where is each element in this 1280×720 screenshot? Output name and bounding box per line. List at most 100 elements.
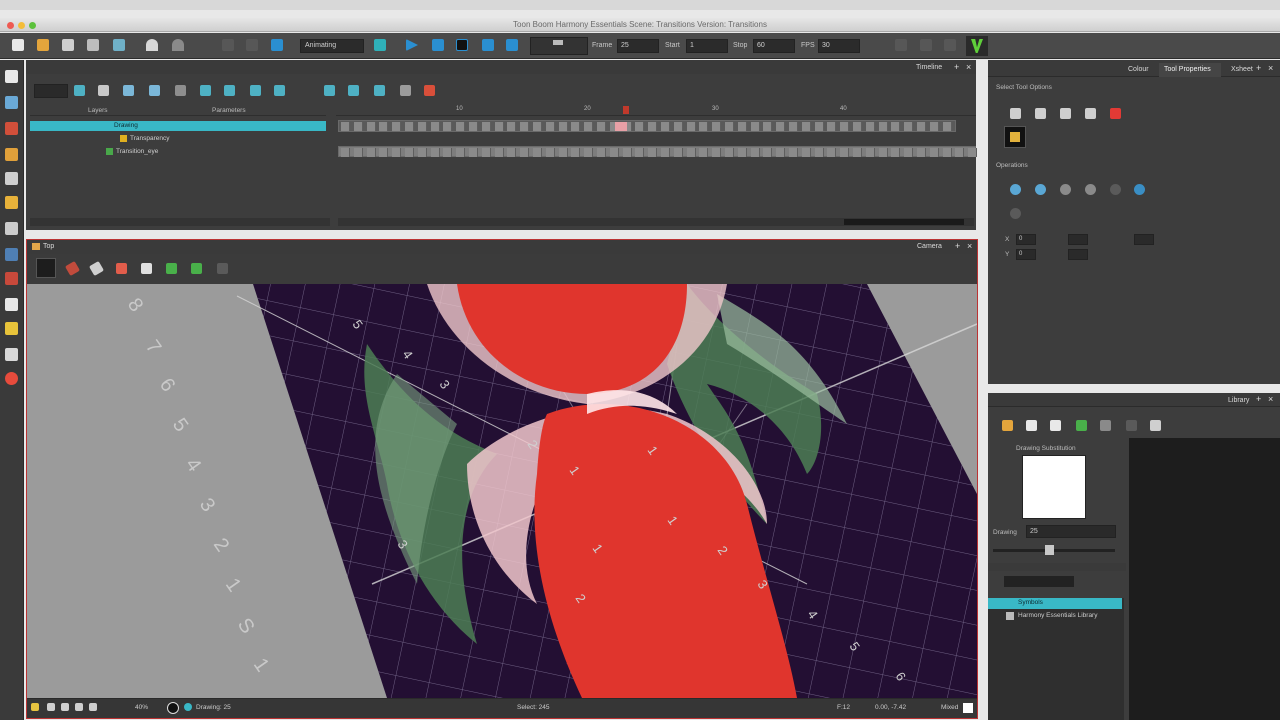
- onion-skin-toggle-icon[interactable]: [424, 85, 435, 96]
- key-icon[interactable]: [920, 39, 932, 51]
- frame-cell[interactable]: [507, 148, 517, 157]
- frame-cell[interactable]: [597, 122, 606, 131]
- frame-cell[interactable]: [456, 148, 466, 157]
- expand-icon[interactable]: [400, 85, 411, 96]
- frame-ruler[interactable]: 10 20 30 40: [336, 106, 976, 116]
- frame-cell[interactable]: [942, 148, 952, 157]
- frame-cell[interactable]: [341, 122, 350, 131]
- frame-cell[interactable]: [405, 148, 414, 157]
- frame-cell[interactable]: [366, 148, 376, 157]
- frame-cell[interactable]: [840, 122, 850, 131]
- copy-icon[interactable]: [246, 39, 258, 51]
- library-contents[interactable]: [1129, 438, 1280, 720]
- rotate-90-ccw-icon[interactable]: [1085, 184, 1096, 195]
- frame-cell[interactable]: [814, 122, 824, 131]
- frame-cell[interactable]: [635, 148, 645, 157]
- tab-tool-properties[interactable]: Tool Properties: [1164, 66, 1211, 73]
- new-scene-icon[interactable]: [12, 39, 24, 51]
- frame-cell[interactable]: [827, 148, 837, 157]
- save-as-icon[interactable]: [87, 39, 99, 51]
- frame-cell[interactable]: [648, 122, 658, 131]
- flip-horizontal-icon[interactable]: [1010, 184, 1021, 195]
- frame-cell[interactable]: [661, 148, 670, 157]
- frame-cell[interactable]: [725, 122, 734, 131]
- frame-cell[interactable]: [865, 148, 875, 157]
- panel-close-icon[interactable]: ×: [966, 62, 971, 72]
- undo-icon[interactable]: [146, 39, 158, 51]
- tab-colour[interactable]: Colour: [1128, 66, 1149, 73]
- frame-cell[interactable]: [341, 148, 350, 157]
- delete-layer-icon[interactable]: [149, 85, 160, 96]
- top-tab[interactable]: Top: [43, 243, 54, 250]
- frame-cell[interactable]: [533, 148, 542, 157]
- library-folder-icon[interactable]: [1002, 420, 1013, 431]
- marquee-icon[interactable]: [1035, 108, 1046, 119]
- pose-icon[interactable]: [944, 39, 956, 51]
- library-template-icon[interactable]: [1050, 420, 1061, 431]
- collapse-icon[interactable]: [374, 85, 385, 96]
- frame-cell[interactable]: [789, 122, 798, 131]
- frame-cell[interactable]: [661, 122, 670, 131]
- frame-cell[interactable]: [904, 148, 914, 157]
- motion-keyframe-icon[interactable]: [250, 85, 261, 96]
- frame-cell[interactable]: [379, 122, 389, 131]
- rotate-cw-icon[interactable]: [166, 263, 177, 274]
- frame-cell[interactable]: [827, 122, 837, 131]
- frame-cell[interactable]: [584, 122, 594, 131]
- create-colour-art-icon[interactable]: [1010, 208, 1021, 219]
- brush-icon[interactable]: [5, 122, 18, 135]
- frame-cell[interactable]: [725, 148, 734, 157]
- hand-icon[interactable]: [5, 298, 18, 311]
- library-refresh-icon[interactable]: [1076, 420, 1087, 431]
- frame-cell[interactable]: [789, 148, 798, 157]
- panel-close-icon[interactable]: ×: [1268, 63, 1273, 73]
- extend-exposure-icon[interactable]: [348, 85, 359, 96]
- panel-close-icon[interactable]: ×: [967, 241, 972, 251]
- frame-cell[interactable]: [430, 122, 440, 131]
- smooth-icon[interactable]: [1110, 184, 1121, 195]
- ease-icon[interactable]: [324, 85, 335, 96]
- angle-field[interactable]: [1134, 234, 1154, 245]
- layer-scrollbar[interactable]: [30, 218, 330, 226]
- frame-cell[interactable]: [430, 148, 440, 157]
- frame-cell[interactable]: [494, 122, 504, 131]
- frame-cell[interactable]: [776, 148, 786, 157]
- width-field[interactable]: [1068, 234, 1088, 245]
- track-transition-eye[interactable]: [338, 146, 978, 157]
- frame-cell[interactable]: [673, 122, 683, 131]
- text-tool-icon[interactable]: [5, 172, 18, 185]
- frame-cell[interactable]: [635, 122, 645, 131]
- add-drawing-layer-icon[interactable]: [74, 85, 85, 96]
- library-share-icon[interactable]: [1100, 420, 1111, 431]
- current-frame-cell[interactable]: [615, 122, 627, 131]
- frame-cell[interactable]: [545, 148, 555, 157]
- frame-cell[interactable]: [481, 148, 491, 157]
- panel-close-icon[interactable]: ×: [1268, 394, 1273, 404]
- frame-cell[interactable]: [622, 148, 632, 157]
- playhead[interactable]: [623, 106, 629, 114]
- frame-cell[interactable]: [865, 122, 875, 131]
- layer-type-select[interactable]: [34, 84, 68, 98]
- stop-field[interactable]: 60: [753, 39, 795, 53]
- frame-cell[interactable]: [955, 148, 965, 157]
- frame-cell[interactable]: [392, 148, 402, 157]
- frame-cell[interactable]: [353, 122, 363, 131]
- tree-item-essentials-library[interactable]: Harmony Essentials Library: [988, 611, 1122, 622]
- frame-cell[interactable]: [648, 148, 658, 157]
- frame-cell[interactable]: [712, 148, 722, 157]
- frame-cell[interactable]: [405, 122, 414, 131]
- layer-props-icon[interactable]: [175, 85, 186, 96]
- stop-motion-icon[interactable]: [274, 85, 285, 96]
- reset-view-icon[interactable]: [47, 703, 55, 711]
- library-search-field[interactable]: [1004, 576, 1074, 587]
- height-field[interactable]: [1068, 249, 1088, 260]
- frame-cell[interactable]: [737, 148, 747, 157]
- transform-icon[interactable]: [5, 322, 18, 335]
- cut-icon[interactable]: [222, 39, 234, 51]
- flatten-icon[interactable]: [1134, 184, 1145, 195]
- line-option-icon[interactable]: [88, 260, 105, 277]
- sound-scrub-icon[interactable]: [506, 39, 518, 51]
- frame-cell[interactable]: [533, 122, 542, 131]
- frame-field[interactable]: 25: [617, 39, 659, 53]
- frame-cell[interactable]: [443, 148, 453, 157]
